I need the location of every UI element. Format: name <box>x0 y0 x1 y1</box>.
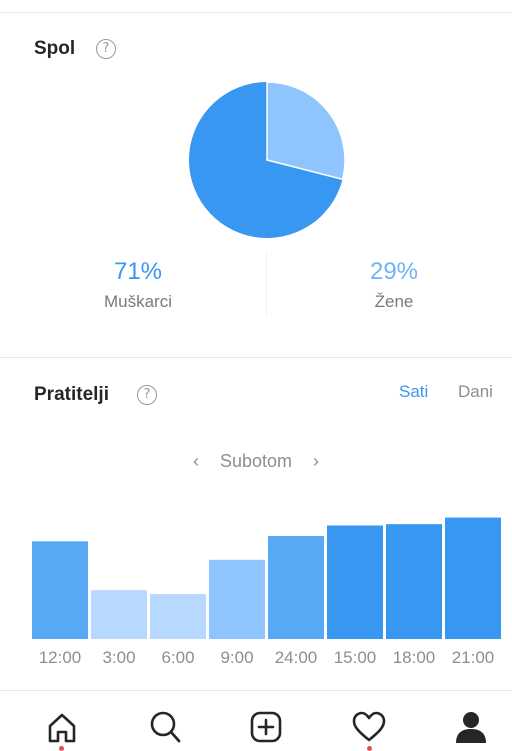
female-stat: 29% Žene <box>266 258 512 312</box>
bar-21:00[interactable] <box>445 517 501 639</box>
x-tick-label: 15:00 <box>333 648 377 667</box>
add-post-icon[interactable] <box>246 708 286 744</box>
bar-12:00[interactable] <box>32 541 88 639</box>
day-label: Subotom <box>219 451 293 471</box>
followers-bar-chart <box>32 517 501 639</box>
x-tick-label: 24:00 <box>274 648 318 667</box>
male-percent: 71% <box>113 258 163 285</box>
profile-icon[interactable] <box>451 708 491 744</box>
tabbar-divider <box>0 690 512 691</box>
bar-9:00[interactable] <box>209 559 265 639</box>
followers-help-icon[interactable]: ? <box>137 385 157 405</box>
x-tick-label: 18:00 <box>392 648 436 667</box>
top-divider <box>0 12 512 13</box>
next-day-icon[interactable]: › <box>305 451 327 472</box>
bar-18:00[interactable] <box>386 524 442 639</box>
male-label: Muškarci <box>103 292 172 311</box>
activity-notification-dot <box>367 746 372 751</box>
home-notification-dot <box>59 746 64 751</box>
bar-15:00[interactable] <box>327 525 383 639</box>
bar-6:00[interactable] <box>150 594 206 639</box>
toggle-days[interactable]: Dani <box>458 382 493 402</box>
home-icon[interactable] <box>42 708 82 744</box>
female-label: Žene <box>374 292 414 311</box>
female-percent: 29% <box>369 258 419 285</box>
bar-3:00[interactable] <box>91 590 147 639</box>
toggle-hours[interactable]: Sati <box>399 382 428 402</box>
x-tick-label: 12:00 <box>38 648 82 667</box>
gender-pie-chart <box>189 81 346 238</box>
heart-icon[interactable] <box>349 708 389 744</box>
x-tick-label: 6:00 <box>161 648 195 667</box>
prev-day-icon[interactable]: ‹ <box>185 451 207 472</box>
gender-help-icon[interactable]: ? <box>96 39 116 59</box>
day-selector: ‹ Subotom › <box>0 451 512 472</box>
x-tick-label: 21:00 <box>451 648 495 667</box>
search-icon[interactable] <box>145 708 185 744</box>
x-tick-label: 9:00 <box>220 648 254 667</box>
followers-title: Pratitelji <box>34 384 109 405</box>
x-tick-label: 3:00 <box>102 648 136 667</box>
x-axis-labels: 12:00 3:00 6:00 9:00 24:00 15:00 18:00 21:00 <box>0 648 512 672</box>
bar-24:00[interactable] <box>268 536 324 639</box>
male-stat: 71% Muškarci <box>10 258 266 312</box>
gender-title: Spol <box>34 38 76 59</box>
section-divider <box>0 357 512 358</box>
